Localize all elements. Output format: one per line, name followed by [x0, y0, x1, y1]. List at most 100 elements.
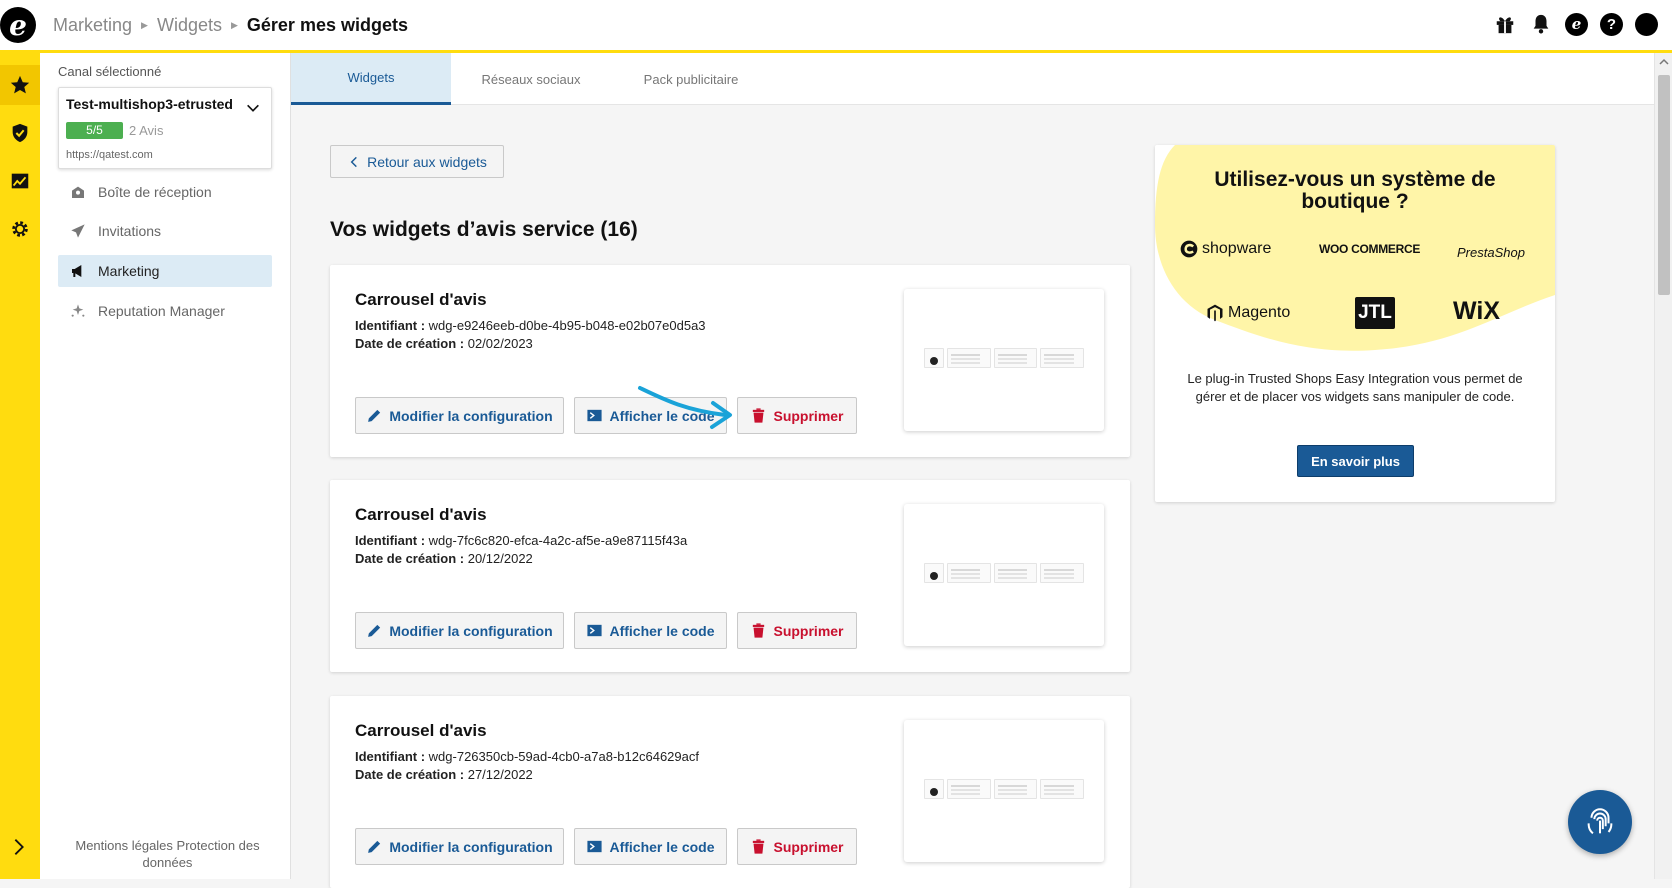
paper-plane-icon — [68, 221, 88, 241]
sidebar-item-reputation[interactable]: Reputation Manager — [58, 295, 272, 327]
code-label: Afficher le code — [609, 838, 715, 855]
date-label: Date de création : — [355, 551, 465, 566]
trash-icon — [753, 408, 765, 423]
promo-title: Utilisez-vous un système de boutique ? — [1214, 168, 1496, 213]
id-label: Identifiant : — [355, 318, 426, 333]
breadcrumb-separator-icon: ▶ — [230, 19, 238, 30]
preview-review — [993, 563, 1038, 583]
help-icon[interactable]: ? — [1600, 12, 1623, 36]
scroll-thumb[interactable] — [1658, 75, 1670, 295]
review-count: 2 Avis — [129, 123, 164, 138]
tab-ad-pack[interactable]: Pack publicitaire — [611, 53, 771, 105]
trash-icon — [753, 623, 765, 638]
chevron-down-icon — [247, 104, 259, 112]
preview-review — [947, 779, 991, 799]
widget-preview — [904, 289, 1104, 431]
edit-config-button[interactable]: Modifier la configuration — [355, 828, 564, 865]
show-code-button[interactable]: Afficher le code — [574, 612, 727, 649]
edit-config-button[interactable]: Modifier la configuration — [355, 612, 564, 649]
fingerprint-button[interactable] — [1568, 790, 1632, 854]
gear-icon — [12, 221, 28, 237]
channel-selector[interactable]: Test-multishop3-etrusted 5/5 2 Avis http… — [58, 87, 272, 169]
preview-review — [993, 779, 1038, 799]
preview-carousel — [924, 779, 1085, 799]
rail-settings[interactable] — [0, 209, 40, 249]
sidebar: Canal sélectionné Test-multishop3-etrust… — [40, 53, 291, 879]
id-value: wdg-7fc6c820-efca-4a2c-af5e-a9e87115f43a — [428, 533, 688, 548]
back-to-widgets-button[interactable]: Retour aux widgets — [330, 145, 504, 178]
delete-button[interactable]: Supprimer — [737, 397, 857, 434]
profile-icon[interactable] — [1635, 12, 1658, 36]
brand-label: WiX — [1453, 297, 1500, 325]
rail-reviews[interactable] — [0, 113, 40, 153]
chevron-left-icon — [350, 156, 357, 167]
footer-links[interactable]: Mentions légales Protection des données — [50, 837, 285, 871]
channel-label: Canal sélectionné — [58, 64, 162, 79]
etrusted-logo[interactable]: e — [0, 7, 36, 43]
scroll-up-icon[interactable] — [1659, 57, 1669, 67]
widget-date: Date de création : 27/12/2022 — [355, 767, 533, 782]
breadcrumb-marketing[interactable]: Marketing — [53, 15, 132, 36]
widget-date: Date de création : 20/12/2022 — [355, 551, 533, 566]
edit-config-button[interactable]: Modifier la configuration — [355, 397, 564, 434]
widget-preview — [904, 720, 1104, 862]
breadcrumb-separator-icon: ▶ — [141, 19, 148, 30]
brand-jtl: JTL — [1355, 297, 1395, 329]
gift-icon[interactable] — [1493, 12, 1517, 36]
breadcrumb: Marketing ▶ Widgets ▶ Gérer mes widgets — [53, 15, 408, 36]
breadcrumb-widgets[interactable]: Widgets — [157, 15, 222, 36]
edit-label: Modifier la configuration — [389, 622, 553, 639]
brand-magento: Magento — [1205, 302, 1290, 324]
pencil-icon — [368, 840, 381, 853]
preview-review — [1040, 779, 1085, 799]
sidebar-item-inbox[interactable]: Boîte de réception — [58, 176, 272, 208]
delete-button[interactable]: Supprimer — [737, 612, 857, 649]
preview-carousel — [924, 348, 1085, 368]
widget-date: Date de création : 02/02/2023 — [355, 336, 533, 351]
sidebar-item-invitations[interactable]: Invitations — [58, 215, 272, 247]
widget-id: Identifiant : wdg-7fc6c820-efca-4a2c-af5… — [355, 533, 687, 548]
trash-icon — [753, 839, 765, 854]
brand-label: WOO COMMERCE — [1319, 242, 1421, 256]
preview-review — [993, 348, 1038, 368]
brand-label: shopware — [1202, 240, 1272, 257]
sidebar-item-label: Reputation Manager — [98, 303, 225, 319]
brand-label: Magento — [1228, 304, 1291, 321]
preview-badge — [924, 348, 944, 368]
tab-bar: Widgets Réseaux sociaux Pack publicitair… — [291, 53, 1654, 105]
brand-prestashop: PrestaShop — [1457, 245, 1525, 260]
etrusted-icon[interactable]: e — [1565, 12, 1588, 36]
sidebar-item-marketing[interactable]: Marketing — [58, 255, 272, 287]
chevron-right-icon[interactable] — [8, 836, 30, 858]
widget-preview — [904, 504, 1104, 646]
id-value: wdg-e9246eeb-d0be-4b95-b048-e02b07e0d5a3 — [428, 318, 706, 333]
delete-label: Supprimer — [773, 407, 844, 424]
preview-carousel — [924, 563, 1085, 583]
id-label: Identifiant : — [355, 533, 426, 548]
delete-button[interactable]: Supprimer — [737, 828, 857, 865]
widget-id: Identifiant : wdg-e9246eeb-d0be-4b95-b04… — [355, 318, 706, 333]
delete-label: Supprimer — [773, 838, 844, 855]
scrollbar[interactable] — [1654, 53, 1672, 879]
id-label: Identifiant : — [355, 749, 426, 764]
tab-social[interactable]: Réseaux sociaux — [451, 53, 611, 105]
rail-marketing[interactable] — [0, 65, 40, 105]
preview-badge — [924, 563, 944, 583]
bell-icon[interactable] — [1529, 12, 1553, 36]
promo-description: Le plug-in Trusted Shops Easy Integratio… — [1187, 371, 1523, 404]
preview-review — [947, 563, 991, 583]
rail-analytics[interactable] — [0, 161, 40, 201]
preview-badge — [924, 779, 944, 799]
terminal-icon — [587, 840, 603, 853]
show-code-button[interactable]: Afficher le code — [574, 828, 727, 865]
back-button-label: Retour aux widgets — [367, 153, 487, 170]
learn-more-button[interactable]: En savoir plus — [1297, 445, 1414, 477]
edit-label: Modifier la configuration — [389, 838, 553, 855]
brand-label: PrestaShop — [1457, 245, 1525, 260]
page-title: Gérer mes widgets — [246, 14, 408, 35]
date-value: 20/12/2022 — [467, 551, 533, 566]
preview-review — [947, 348, 991, 368]
tab-widgets[interactable]: Widgets — [291, 53, 451, 105]
widget-title: Carrousel d'avis — [355, 290, 487, 309]
nav-rail — [0, 53, 40, 879]
